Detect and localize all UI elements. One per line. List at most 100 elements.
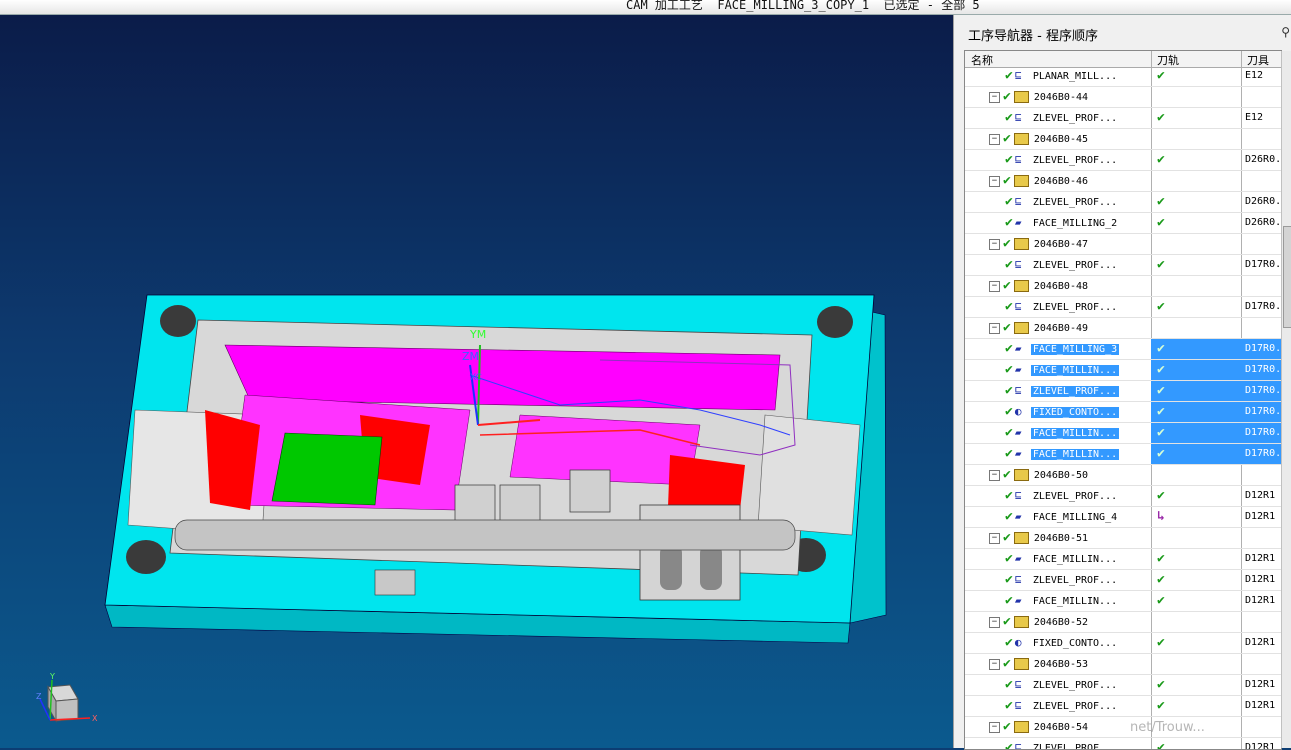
red-region — [205, 410, 260, 510]
graphics-viewport[interactable]: YM ZM XC X Y Z — [0, 15, 953, 748]
toolpath-ok-icon: ✔ — [1157, 362, 1165, 377]
toolpath-ok-icon: ✔ — [1157, 152, 1165, 167]
operation-tree[interactable]: 名称 刀轨 刀具 ✔ ⊑ PLANAR_MILL... ✔ E12− ✔ 2046B0-44… — [964, 50, 1282, 750]
collapse-toggle-icon[interactable]: − — [989, 469, 1000, 481]
tree-item-label: FACE_MILLIN... — [1030, 449, 1120, 460]
tree-item-label: FACE_MILLIN... — [1030, 428, 1120, 439]
tool-name: D12R1 — [1245, 490, 1276, 501]
tool-name: D26R0. — [1245, 154, 1281, 165]
column-header-name[interactable]: 名称 — [971, 52, 993, 67]
collapse-toggle-icon[interactable]: − — [989, 91, 1000, 103]
tree-operation-row[interactable]: ✔ ⊑ ZLEVEL_PROF... ✔ D17R0. — [965, 381, 1281, 402]
tree-operation-row[interactable]: ✔ ⊑ ZLEVEL_PROF... ✔ D17R0. — [965, 297, 1281, 318]
green-region — [271, 432, 383, 506]
tree-operation-row[interactable]: ✔ ⊑ ZLEVEL_PROF... ✔ D12R1 — [965, 675, 1281, 696]
tree-group-row[interactable]: − ✔ 2046B0-54 — [965, 717, 1281, 738]
tree-operation-row[interactable]: ✔ ⊑ ZLEVEL_PROF... ✔ D26R0. — [965, 150, 1281, 171]
tree-group-row[interactable]: − ✔ 2046B0-47 — [965, 234, 1281, 255]
collapse-toggle-icon[interactable]: − — [989, 322, 1000, 334]
status-check-icon: ✔ — [1003, 656, 1011, 671]
tool-name: D17R0. — [1245, 448, 1281, 459]
collapse-toggle-icon[interactable]: − — [989, 238, 1000, 250]
toolpath-ok-icon: ✔ — [1157, 635, 1165, 650]
program-group-icon — [1013, 532, 1029, 544]
status-check-icon: ✔ — [1005, 488, 1013, 503]
pin-icon[interactable]: ⚲ — [1281, 25, 1290, 39]
column-header-tool[interactable]: 刀具 — [1247, 52, 1269, 67]
status-check-icon: ✔ — [1005, 68, 1013, 83]
collapse-toggle-icon[interactable]: − — [989, 616, 1000, 628]
tree-operation-row[interactable]: ✔ ⊑ ZLEVEL_PROF... ✔ E12 — [965, 108, 1281, 129]
toolpath-ok-icon: ✔ — [1157, 593, 1165, 608]
planar-milling-icon: ⊑ — [1014, 69, 1022, 82]
scrollbar-thumb[interactable] — [1283, 226, 1291, 328]
tool-name: D12R1 — [1245, 574, 1276, 585]
status-check-icon: ✔ — [1003, 89, 1011, 104]
tool-name — [1245, 171, 1281, 191]
collapse-toggle-icon[interactable]: − — [989, 175, 1000, 187]
tree-group-row[interactable]: − ✔ 2046B0-46 — [965, 171, 1281, 192]
tree-operation-row[interactable]: ✔ ⊑ ZLEVEL_PROF... ✔ D12R1 — [965, 570, 1281, 591]
program-group-icon — [1013, 322, 1029, 334]
hole-icon — [126, 540, 166, 574]
tree-operation-row[interactable]: ✔ ▰ FACE_MILLIN... ✔ D17R0. — [965, 444, 1281, 465]
face-milling-icon: ▰ — [1014, 342, 1022, 355]
vertical-scrollbar[interactable] — [1281, 51, 1291, 748]
zlevel-icon: ⊑ — [1014, 741, 1022, 750]
program-group-icon — [1013, 469, 1029, 481]
tree-operation-row[interactable]: ✔ ⊑ ZLEVEL_PROF... ✔ D17R0. — [965, 255, 1281, 276]
zm-axis-label: ZM — [462, 350, 479, 363]
tree-group-row[interactable]: − ✔ 2046B0-45 — [965, 129, 1281, 150]
collapse-toggle-icon[interactable]: − — [989, 721, 1000, 733]
tool-name — [1245, 654, 1281, 674]
tool-name: D12R1 — [1245, 595, 1276, 606]
tree-operation-row[interactable]: ✔ ▰ FACE_MILLING_4 ↳ D12R1 — [965, 507, 1281, 528]
collapse-toggle-icon[interactable]: − — [989, 532, 1000, 544]
column-header-path[interactable]: 刀轨 — [1157, 52, 1179, 67]
tree-item-label: ZLEVEL_PROF... — [1032, 680, 1118, 691]
tree-operation-row[interactable]: ✔ ⊑ ZLEVEL_PROF... ✔ D12R1 — [965, 696, 1281, 717]
tree-group-row[interactable]: − ✔ 2046B0-49 — [965, 318, 1281, 339]
tree-operation-row[interactable]: ✔ ⊑ PLANAR_MILL... ✔ E12 — [965, 66, 1281, 87]
tool-name: D12R1 — [1245, 553, 1276, 564]
collapse-toggle-icon[interactable]: − — [989, 133, 1000, 145]
program-group-icon — [1013, 238, 1029, 250]
face-milling-icon: ▰ — [1014, 426, 1022, 439]
tree-operation-row[interactable]: ✔ ▰ FACE_MILLING_3 ✔ D17R0. — [965, 339, 1281, 360]
tree-group-row[interactable]: − ✔ 2046B0-48 — [965, 276, 1281, 297]
zlevel-icon: ⊑ — [1014, 699, 1022, 712]
toolpath-ok-icon: ✔ — [1157, 572, 1165, 587]
status-check-icon: ✔ — [1003, 236, 1011, 251]
collapse-toggle-icon[interactable]: − — [989, 658, 1000, 670]
tree-operation-row[interactable]: ✔ ⊑ ZLEVEL_PROF... ✔ D12R1 — [965, 738, 1281, 750]
fixed-contour-icon: ◐ — [1014, 405, 1022, 418]
tree-group-row[interactable]: − ✔ 2046B0-44 — [965, 87, 1281, 108]
tree-group-row[interactable]: − ✔ 2046B0-50 — [965, 465, 1281, 486]
zlevel-icon: ⊑ — [1014, 678, 1022, 691]
zlevel-icon: ⊑ — [1014, 153, 1022, 166]
toolpath-ok-icon: ✔ — [1157, 446, 1165, 461]
status-check-icon: ✔ — [1003, 467, 1011, 482]
tree-operation-row[interactable]: ✔ ▰ FACE_MILLIN... ✔ D17R0. — [965, 360, 1281, 381]
toolpath-ok-icon: ✔ — [1157, 215, 1165, 230]
tree-operation-row[interactable]: ✔ ◐ FIXED_CONTO... ✔ D17R0. — [965, 402, 1281, 423]
face-milling-icon: ▰ — [1014, 510, 1022, 523]
toolpath-ok-icon: ✔ — [1157, 740, 1165, 750]
status-check-icon: ✔ — [1005, 635, 1013, 650]
tree-operation-row[interactable]: ✔ ⊑ ZLEVEL_PROF... ✔ D12R1 — [965, 486, 1281, 507]
toolpath-ok-icon: ✔ — [1157, 194, 1165, 209]
tree-group-row[interactable]: − ✔ 2046B0-51 — [965, 528, 1281, 549]
face-milling-icon: ▰ — [1014, 447, 1022, 460]
tree-group-row[interactable]: − ✔ 2046B0-52 — [965, 612, 1281, 633]
collapse-toggle-icon[interactable]: − — [989, 280, 1000, 292]
navigator-title: 工序导航器 - 程序顺序 — [968, 29, 1098, 44]
tree-operation-row[interactable]: ✔ ▰ FACE_MILLIN... ✔ D12R1 — [965, 549, 1281, 570]
tree-operation-row[interactable]: ✔ ▰ FACE_MILLIN... ✔ D17R0. — [965, 423, 1281, 444]
toolpath-ok-icon: ✔ — [1157, 383, 1165, 398]
zlevel-icon: ⊑ — [1014, 195, 1022, 208]
tree-operation-row[interactable]: ✔ ◐ FIXED_CONTO... ✔ D12R1 — [965, 633, 1281, 654]
tree-group-row[interactable]: − ✔ 2046B0-53 — [965, 654, 1281, 675]
tree-operation-row[interactable]: ✔ ▰ FACE_MILLIN... ✔ D12R1 — [965, 591, 1281, 612]
tree-operation-row[interactable]: ✔ ⊑ ZLEVEL_PROF... ✔ D26R0. — [965, 192, 1281, 213]
tree-operation-row[interactable]: ✔ ▰ FACE_MILLING_2 ✔ D26R0. — [965, 213, 1281, 234]
